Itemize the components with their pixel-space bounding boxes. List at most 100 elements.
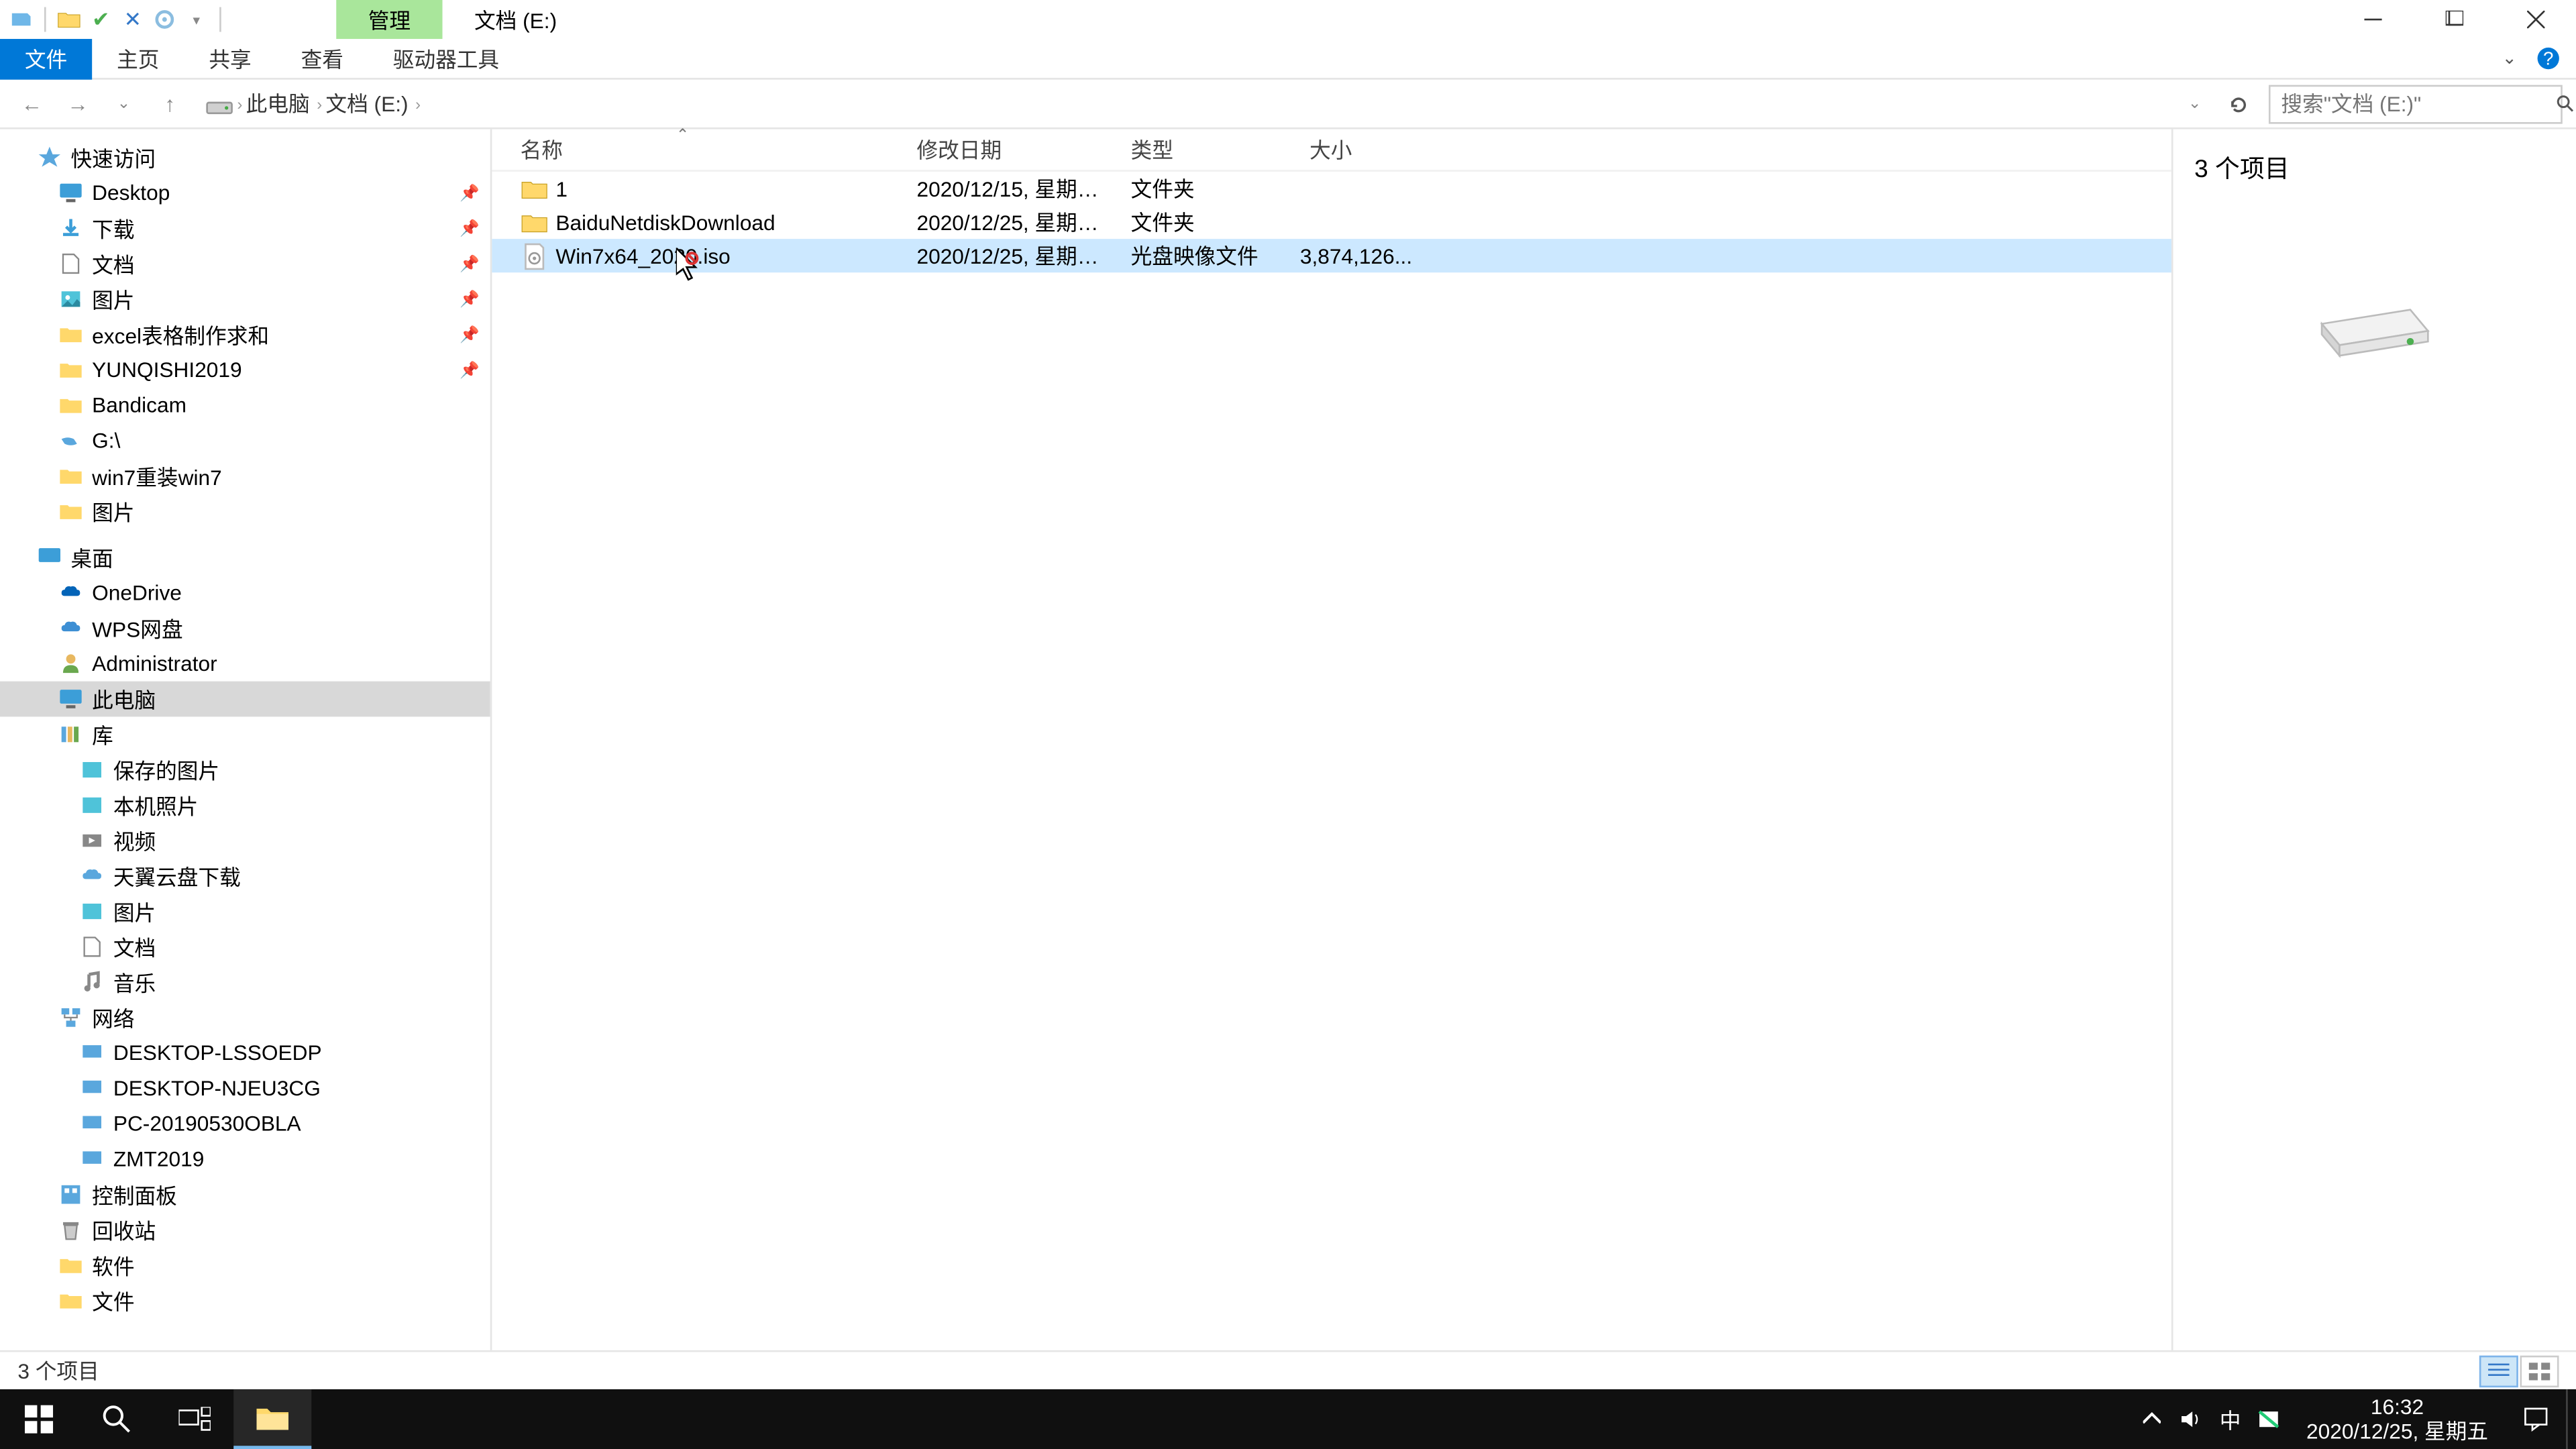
column-date[interactable]: 修改日期 — [888, 129, 1102, 170]
close-button[interactable] — [2496, 0, 2576, 39]
computer-icon — [78, 1145, 106, 1173]
file-row[interactable]: 12020/12/15, 星期二 1...文件夹 — [492, 172, 2171, 205]
tree-wps[interactable]: WPS网盘 — [0, 610, 490, 646]
start-button[interactable] — [0, 1389, 78, 1449]
breadcrumb-drive-icon — [205, 89, 233, 117]
file-rows[interactable]: 12020/12/15, 星期二 1...文件夹BaiduNetdiskDown… — [492, 172, 2171, 1350]
file-date: 2020/12/25, 星期五 1... — [888, 241, 1102, 271]
search-input[interactable] — [2281, 91, 2555, 116]
breadcrumb-drive[interactable]: 文档 (E:)› — [325, 89, 421, 119]
tree-pictures2[interactable]: 图片 — [0, 494, 490, 529]
nav-recent-dropdown[interactable]: ⌄ — [106, 86, 142, 121]
breadcrumb[interactable]: › 此电脑› 文档 (E:)› — [198, 89, 2177, 119]
thispc-icon — [56, 685, 85, 713]
navigation-tree[interactable]: 快速访问 Desktop📌 下载📌 文档📌 图片📌 excel表格制作求和📌 Y… — [0, 129, 492, 1350]
search-icon[interactable] — [2555, 93, 2576, 114]
tree-excel[interactable]: excel表格制作求和📌 — [0, 317, 490, 352]
recycle-icon — [56, 1216, 85, 1244]
contextual-tab-manage[interactable]: 管理 — [336, 0, 442, 39]
folder-icon — [521, 208, 549, 236]
help-icon[interactable]: ? — [2534, 44, 2563, 72]
file-row[interactable]: BaiduNetdiskDownload2020/12/25, 星期五 1...… — [492, 205, 2171, 239]
file-row[interactable]: Win7x64_2020.iso2020/12/25, 星期五 1...光盘映像… — [492, 239, 2171, 272]
maximize-button[interactable] — [2414, 0, 2495, 39]
tree-gdrive[interactable]: G:\ — [0, 423, 490, 458]
qat-app-icon[interactable] — [7, 5, 36, 34]
tree-video[interactable]: 视频 — [0, 823, 490, 859]
column-size[interactable]: 大小 — [1281, 129, 1440, 170]
tree-documents2[interactable]: 文档 — [0, 929, 490, 965]
tree-tianyi[interactable]: 天翼云盘下载 — [0, 858, 490, 894]
tree-network[interactable]: 网络 — [0, 1000, 490, 1035]
tray-ime-icon[interactable]: 中 — [2211, 1389, 2250, 1449]
qat-close-icon[interactable]: ✕ — [119, 5, 147, 34]
column-type[interactable]: 类型 — [1102, 129, 1281, 170]
tree-bandicam[interactable]: Bandicam — [0, 388, 490, 423]
svg-text:?: ? — [2543, 48, 2553, 68]
ribbon-tab-file[interactable]: 文件 — [0, 38, 92, 79]
qat-folder-icon[interactable] — [55, 5, 83, 34]
nav-back-button[interactable]: ← — [14, 86, 50, 121]
tree-documents[interactable]: 文档📌 — [0, 246, 490, 282]
file-list: ⌃ 名称 修改日期 类型 大小 12020/12/15, 星期二 1...文件夹… — [492, 129, 2173, 1350]
qat-check-icon[interactable]: ✔ — [87, 5, 115, 34]
nav-forward-button[interactable]: → — [60, 86, 96, 121]
tree-saved-pics[interactable]: 保存的图片 — [0, 752, 490, 788]
details-title: 3 个项目 — [2194, 150, 2555, 186]
view-details-button[interactable] — [2479, 1354, 2518, 1386]
refresh-button[interactable] — [2219, 84, 2258, 123]
task-view-button[interactable] — [156, 1389, 233, 1449]
tree-pc4[interactable]: ZMT2019 — [0, 1142, 490, 1177]
minimize-button[interactable] — [2332, 0, 2414, 39]
tree-files[interactable]: 文件 — [0, 1283, 490, 1319]
file-date: 2020/12/15, 星期二 1... — [888, 174, 1102, 204]
tray-app-icon[interactable] — [2250, 1389, 2289, 1449]
tree-quick-access[interactable]: 快速访问 — [0, 140, 490, 175]
ribbon-tab-drivetools[interactable]: 驱动器工具 — [368, 38, 524, 79]
tree-music[interactable]: 音乐 — [0, 965, 490, 1000]
tree-pictures[interactable]: 图片📌 — [0, 281, 490, 317]
search-box[interactable] — [2269, 84, 2563, 123]
ribbon-tab-view[interactable]: 查看 — [276, 38, 368, 79]
ribbon-expand-icon[interactable]: ⌄ — [2496, 44, 2524, 72]
tray-overflow-icon[interactable] — [2133, 1389, 2171, 1449]
tree-pc2[interactable]: DESKTOP-NJEU3CG — [0, 1071, 490, 1106]
tree-admin[interactable]: Administrator — [0, 646, 490, 682]
folder-icon — [56, 497, 85, 525]
tree-desktop[interactable]: Desktop📌 — [0, 175, 490, 211]
taskbar-clock[interactable]: 16:32 2020/12/25, 星期五 — [2289, 1394, 2506, 1445]
tree-onedrive[interactable]: OneDrive — [0, 575, 490, 610]
folder-icon — [56, 356, 85, 384]
tree-yunqishi[interactable]: YUNQISHI2019📌 — [0, 352, 490, 388]
tree-win7rein[interactable]: win7重装win7 — [0, 458, 490, 494]
ribbon-tab-home[interactable]: 主页 — [92, 38, 184, 79]
tree-control-panel[interactable]: 控制面板 — [0, 1177, 490, 1212]
ribbon-tab-share[interactable]: 共享 — [184, 38, 276, 79]
show-desktop-button[interactable] — [2566, 1389, 2576, 1449]
tree-pc3[interactable]: PC-20190530OBLA — [0, 1106, 490, 1142]
task-search-button[interactable] — [78, 1389, 156, 1449]
task-explorer-button[interactable] — [233, 1389, 311, 1449]
breadcrumb-thispc[interactable]: 此电脑› — [246, 89, 322, 119]
view-icons-button[interactable] — [2520, 1354, 2559, 1386]
tree-pictures3[interactable]: 图片 — [0, 894, 490, 929]
tree-recycle[interactable]: 回收站 — [0, 1212, 490, 1248]
address-dropdown[interactable]: ⌄ — [2188, 94, 2208, 113]
action-center-button[interactable]: 3 — [2506, 1389, 2566, 1449]
qat-gear-icon[interactable] — [150, 5, 178, 34]
tree-libraries[interactable]: 库 — [0, 716, 490, 752]
tree-thispc[interactable]: 此电脑 — [0, 682, 490, 717]
documents-icon — [56, 250, 85, 278]
onedrive-icon — [56, 579, 85, 607]
tray-volume-icon[interactable] — [2172, 1389, 2211, 1449]
tree-pc1[interactable]: DESKTOP-LSSOEDP — [0, 1035, 490, 1071]
tree-software[interactable]: 软件 — [0, 1248, 490, 1283]
tree-desktop-section[interactable]: 桌面 — [0, 540, 490, 576]
column-name[interactable]: 名称 — [492, 129, 888, 170]
tree-downloads[interactable]: 下载📌 — [0, 211, 490, 246]
tree-camera-roll[interactable]: 本机照片 — [0, 788, 490, 823]
pin-icon: 📌 — [460, 183, 480, 203]
qat-dropdown-icon[interactable]: ▾ — [182, 5, 211, 34]
nav-up-button[interactable]: ↑ — [152, 86, 188, 121]
network-icon — [56, 1004, 85, 1032]
